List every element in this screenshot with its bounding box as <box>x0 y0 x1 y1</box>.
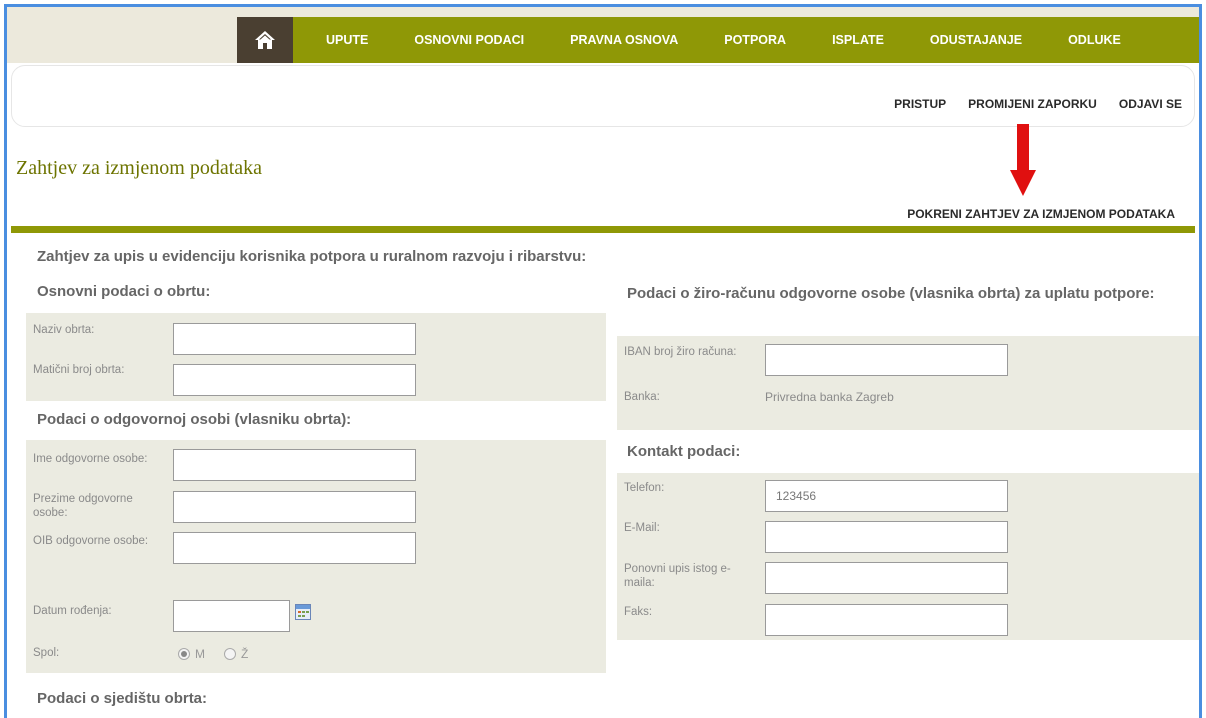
basic-info-panel: Naziv obrta: Matični broj obrta: <box>26 313 606 401</box>
contact-heading: Kontakt podaci: <box>627 443 741 460</box>
telefon-label: Telefon: <box>624 482 665 494</box>
seat-heading: Podaci o sjedištu obrta: <box>37 690 208 707</box>
iban-input[interactable] <box>765 344 1008 376</box>
telefon-input[interactable]: 123456 <box>765 480 1008 512</box>
maticni-input[interactable] <box>173 364 416 396</box>
bank-panel: IBAN broj žiro računa: Banka: Privredna … <box>617 336 1199 430</box>
naziv-label: Naziv obrta: <box>33 324 95 336</box>
contact-panel: Telefon: 123456 E-Mail: Ponovni upis ist… <box>617 473 1199 640</box>
person-panel: Ime odgovorne osobe: Prezime odgovorne o… <box>26 440 606 673</box>
ime-input[interactable] <box>173 449 416 481</box>
calendar-icon[interactable] <box>295 604 311 620</box>
oib-label: OIB odgovorne osobe: <box>33 535 149 547</box>
iban-label: IBAN broj žiro računa: <box>624 346 737 358</box>
change-password-link[interactable]: PROMIJENI ZAPORKU <box>968 97 1097 111</box>
bank-heading: Podaci o žiro-računu odgovorne osobe (vl… <box>627 285 1155 302</box>
nav-odluke[interactable]: ODLUKE <box>1045 33 1144 47</box>
app-frame: UPUTE OSNOVNI PODACI PRAVNA OSNOVA POTPO… <box>4 4 1202 718</box>
email-input[interactable] <box>765 521 1008 553</box>
prezime-label: Prezime odgovorne osobe: <box>33 493 133 519</box>
nav-osnovni-podaci[interactable]: OSNOVNI PODACI <box>391 33 547 47</box>
spol-m-radio[interactable] <box>178 648 190 660</box>
spol-z-label: Ž <box>241 647 249 661</box>
ime-label: Ime odgovorne osobe: <box>33 453 148 465</box>
home-icon <box>255 31 275 49</box>
faks-input[interactable] <box>765 604 1008 636</box>
oib-input[interactable] <box>173 532 416 564</box>
main-nav: UPUTE OSNOVNI PODACI PRAVNA OSNOVA POTPO… <box>237 17 1199 63</box>
banka-value: Privredna banka Zagreb <box>765 390 894 404</box>
home-button[interactable] <box>237 17 293 63</box>
person-heading: Podaci o odgovornoj osobi (vlasniku obrt… <box>37 411 352 428</box>
pristup-link[interactable]: PRISTUP <box>894 97 946 111</box>
nav-upute[interactable]: UPUTE <box>303 33 391 47</box>
email-label: E-Mail: <box>624 522 660 534</box>
red-arrow-annotation <box>1010 124 1036 196</box>
divider <box>11 226 1195 233</box>
nav-pravna-osnova[interactable]: PRAVNA OSNOVA <box>547 33 701 47</box>
form-title: Zahtjev za upis u evidenciju korisnika p… <box>37 248 587 265</box>
maticni-label: Matični broj obrta: <box>33 364 125 376</box>
spol-label: Spol: <box>33 647 60 659</box>
nav-potpora[interactable]: POTPORA <box>701 33 809 47</box>
logout-link[interactable]: ODJAVI SE <box>1119 97 1182 111</box>
top-bar: UPUTE OSNOVNI PODACI PRAVNA OSNOVA POTPO… <box>7 7 1199 63</box>
start-request-link[interactable]: POKRENI ZAHTJEV ZA IZMJENOM PODATAKA <box>907 207 1175 221</box>
sub-nav-bar: PRISTUP PROMIJENI ZAPORKU ODJAVI SE <box>11 65 1195 127</box>
naziv-input[interactable] <box>173 323 416 355</box>
datum-label: Datum rođenja: <box>33 605 112 617</box>
datum-input[interactable] <box>173 600 290 632</box>
nav-odustajanje[interactable]: ODUSTAJANJE <box>907 33 1045 47</box>
spol-z-radio[interactable] <box>224 648 236 660</box>
email-repeat-input[interactable] <box>765 562 1008 594</box>
nav-isplate[interactable]: ISPLATE <box>809 33 907 47</box>
prezime-input[interactable] <box>173 491 416 523</box>
faks-label: Faks: <box>624 606 653 618</box>
page-title: Zahtjev za izmjenom podataka <box>16 157 263 179</box>
email-repeat-label: Ponovni upis istog e-maila: <box>624 563 731 589</box>
banka-label: Banka: <box>624 391 660 403</box>
basic-info-heading: Osnovni podaci o obrtu: <box>37 283 211 300</box>
spol-m-label: M <box>195 647 205 661</box>
